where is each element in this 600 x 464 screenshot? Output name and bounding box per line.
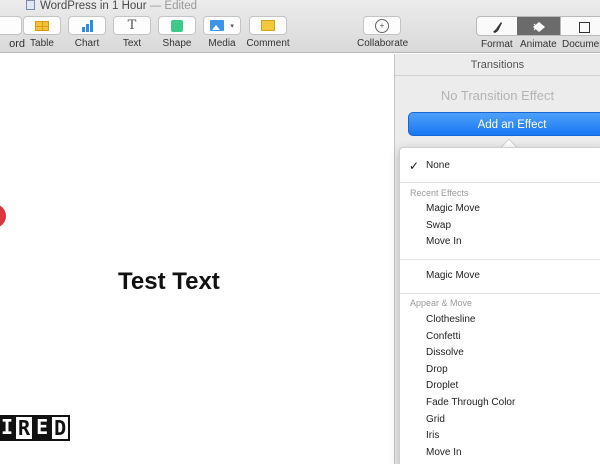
menu-item-effect[interactable]: Drop [426, 364, 448, 375]
document-tab[interactable] [560, 17, 600, 35]
comment-button[interactable]: Comment [243, 16, 293, 52]
menu-item-magic-move[interactable]: Magic Move [426, 270, 480, 281]
media-label: Media [208, 38, 236, 49]
toolbar: WordPress in 1 Hour — Edited ord Table C… [0, 0, 600, 53]
document-icon [26, 0, 35, 10]
menu-item-effect[interactable]: Droplet [426, 380, 458, 391]
media-icon [210, 20, 225, 31]
collaborate-button[interactable]: + Collaborate [357, 16, 409, 52]
no-effect-label: No Transition Effect [440, 88, 555, 103]
menu-item-effect[interactable]: Iris [426, 430, 439, 441]
menu-item-recent[interactable]: Move In [426, 236, 462, 247]
text-icon: T [127, 18, 137, 33]
paintbrush-icon [493, 22, 502, 33]
shape-label: Shape [162, 38, 192, 49]
table-icon [35, 20, 49, 31]
checkmark-icon: ✓ [409, 159, 420, 173]
text-button[interactable]: T Text [107, 16, 157, 52]
menu-item-effect[interactable]: Move In [426, 447, 462, 458]
collaborate-icon: + [375, 18, 389, 33]
edited-status: — Edited [149, 0, 198, 12]
table-button[interactable]: Table [17, 16, 67, 52]
recent-effects-header: Recent Effects [410, 188, 469, 198]
inspector-segmented-control [476, 16, 600, 36]
menu-separator [400, 293, 600, 294]
document-label: Documen [562, 39, 600, 50]
animate-label: Animate [520, 39, 557, 50]
logo-letter-partial: I [0, 415, 15, 441]
window-title: WordPress in 1 Hour — Edited [0, 0, 600, 13]
shape-button[interactable]: Shape [152, 16, 202, 52]
animate-tab[interactable] [517, 17, 560, 35]
collaborate-label: Collaborate [357, 38, 409, 49]
slide-text-box[interactable]: Test Text [118, 268, 220, 296]
menu-item-effect[interactable]: Confetti [426, 331, 460, 342]
menu-item-effect[interactable]: Fade Through Color [426, 397, 515, 408]
effects-dropdown-menu: ✓ None Recent Effects Magic Move Swap Mo… [399, 147, 600, 464]
menu-separator [400, 182, 600, 183]
appear-move-header: Appear & Move [410, 298, 473, 308]
comment-icon [261, 20, 275, 31]
media-button[interactable]: ▾ Media [197, 16, 247, 52]
menu-item-none[interactable]: None [426, 160, 450, 171]
chevron-down-icon: ▾ [230, 22, 234, 30]
menu-separator [400, 259, 600, 260]
format-tab[interactable] [477, 17, 517, 35]
format-label: Format [481, 39, 513, 50]
text-label: Text [122, 38, 142, 49]
comment-label: Comment [246, 38, 290, 49]
slide-canvas[interactable]: Test Text I R E D [0, 54, 394, 464]
chart-button[interactable]: Chart [62, 16, 112, 52]
logo-letter-d: D [50, 415, 71, 441]
chart-label: Chart [74, 38, 100, 49]
menu-item-effect[interactable]: Dissolve [426, 347, 464, 358]
document-tab-icon [578, 21, 590, 33]
logo-letter-r: R [14, 415, 35, 441]
red-circle-shape[interactable] [0, 204, 6, 228]
menu-item-recent[interactable]: Magic Move [426, 203, 480, 214]
shape-icon [171, 19, 183, 32]
inspector-title: Transitions [395, 54, 600, 76]
menu-item-effect[interactable]: Clothesline [426, 314, 475, 325]
wired-logo[interactable]: I R E D [0, 415, 71, 441]
menu-item-recent[interactable]: Swap [426, 220, 451, 231]
add-effect-button[interactable]: Add an Effect [408, 112, 600, 136]
animate-diamond-icon [532, 22, 545, 32]
menu-item-effect[interactable]: Grid [426, 414, 445, 425]
logo-letter-e: E [34, 415, 51, 441]
chart-icon [81, 19, 93, 32]
table-label: Table [30, 38, 54, 49]
document-title: WordPress in 1 Hour [40, 0, 147, 12]
